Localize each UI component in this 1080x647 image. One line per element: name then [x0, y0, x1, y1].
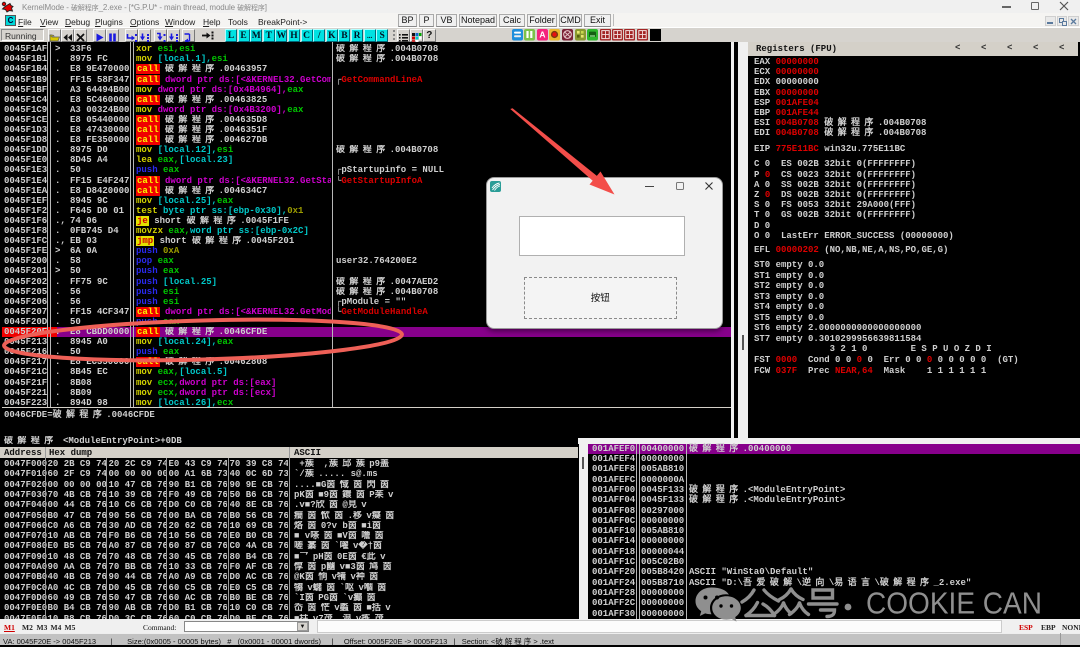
svg-text:A: A [539, 30, 545, 40]
svg-text:COOKIE CAN: COOKIE CAN [866, 586, 1042, 621]
